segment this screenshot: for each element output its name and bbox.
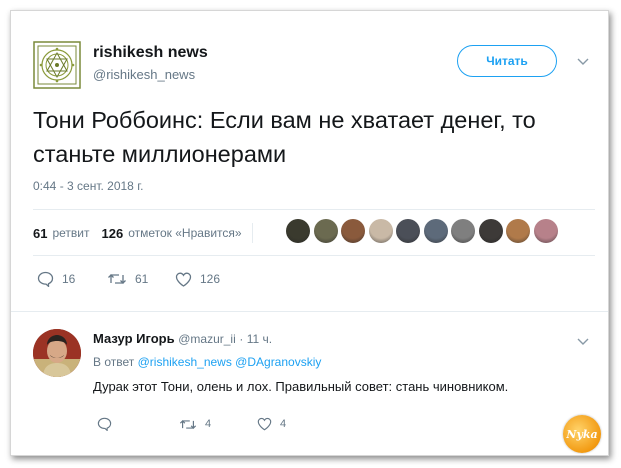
reply-author[interactable]: Мазур Игорь @mazur_ii · 11 ч. xyxy=(93,331,272,346)
reply-author-name[interactable]: Мазур Игорь xyxy=(93,331,175,346)
divider xyxy=(11,311,608,312)
heart-icon xyxy=(175,272,192,287)
like-count: 126 xyxy=(200,272,221,286)
reply-like-count: 4 xyxy=(280,418,287,430)
reply-action[interactable]: 16 xyxy=(37,271,107,287)
watermark-logo: Nyka xyxy=(563,415,601,453)
retweet-count: 61 xyxy=(135,272,149,286)
liker-avatar[interactable] xyxy=(506,219,530,243)
liker-avatar[interactable] xyxy=(478,219,503,243)
tweet-timestamp[interactable]: 0:44 - 3 сент. 2018 г. xyxy=(33,179,143,193)
retweet-icon xyxy=(108,274,126,284)
reply-count: 16 xyxy=(62,272,76,286)
in-reply-prefix: В ответ xyxy=(93,355,135,369)
reply-reply-action[interactable] xyxy=(97,417,179,431)
author-name[interactable]: rishikesh news xyxy=(93,44,208,62)
follow-button[interactable]: Читать xyxy=(457,45,557,77)
reply-time[interactable]: · 11 ч. xyxy=(239,332,272,346)
tweet-actions: 16 61 126 xyxy=(37,271,220,287)
liker-avatar[interactable] xyxy=(533,219,558,243)
reply-icon xyxy=(37,271,54,287)
divider xyxy=(33,255,595,256)
liker-avatar[interactable] xyxy=(423,219,448,243)
retweets-count[interactable]: 61 xyxy=(33,226,47,241)
reply-avatar[interactable] xyxy=(33,329,81,377)
liker-avatar[interactable] xyxy=(286,219,310,243)
stats-separator xyxy=(251,223,253,243)
reply-author-handle[interactable]: @mazur_ii xyxy=(178,332,236,346)
chevron-down-icon[interactable] xyxy=(577,335,589,347)
reply-actions: 4 4 xyxy=(97,417,286,431)
in-reply-to: В ответ @rishikesh_news @DAgranovskiy xyxy=(93,355,321,369)
liker-avatar[interactable] xyxy=(451,219,475,243)
engagement-stats: 61 ретвит 126 отметок «Нравится» xyxy=(33,223,263,243)
reply-icon xyxy=(97,417,112,431)
tweet-text: Тони Роббоинс: Если вам не хватает денег… xyxy=(33,107,536,167)
reply-tweet[interactable]: Мазур Игорь @mazur_ii · 11 ч. В ответ @r… xyxy=(11,315,608,455)
like-action[interactable]: 126 xyxy=(175,272,220,287)
likes-count[interactable]: 126 xyxy=(102,226,124,241)
rishikesh-logo-avatar[interactable] xyxy=(33,41,81,89)
retweet-action[interactable]: 61 xyxy=(107,272,175,286)
liker-avatar[interactable] xyxy=(341,219,365,243)
reply-retweet-action[interactable]: 4 xyxy=(179,418,257,431)
retweet-icon xyxy=(179,419,197,429)
retweets-label[interactable]: ретвит xyxy=(52,226,89,240)
in-reply-users[interactable]: @rishikesh_news @DAgranovskiy xyxy=(138,355,322,369)
liker-avatar[interactable] xyxy=(313,219,338,243)
portrait-image xyxy=(33,329,81,377)
likers-avatars xyxy=(286,219,561,243)
chevron-down-icon[interactable] xyxy=(577,55,589,67)
tweet-card: rishikesh news @rishikesh_news Читать То… xyxy=(10,10,609,456)
heart-icon xyxy=(257,417,272,431)
reply-like-action[interactable]: 4 xyxy=(257,417,286,431)
liker-avatar[interactable] xyxy=(396,219,420,243)
divider xyxy=(33,209,595,210)
reply-retweet-count: 4 xyxy=(205,418,212,430)
likes-label[interactable]: отметок «Нравится» xyxy=(128,226,241,240)
reply-text: Дурак этот Тони, олень и лох. Правильный… xyxy=(93,379,509,394)
author-handle[interactable]: @rishikesh_news xyxy=(93,67,195,82)
liker-avatar[interactable] xyxy=(368,219,393,243)
